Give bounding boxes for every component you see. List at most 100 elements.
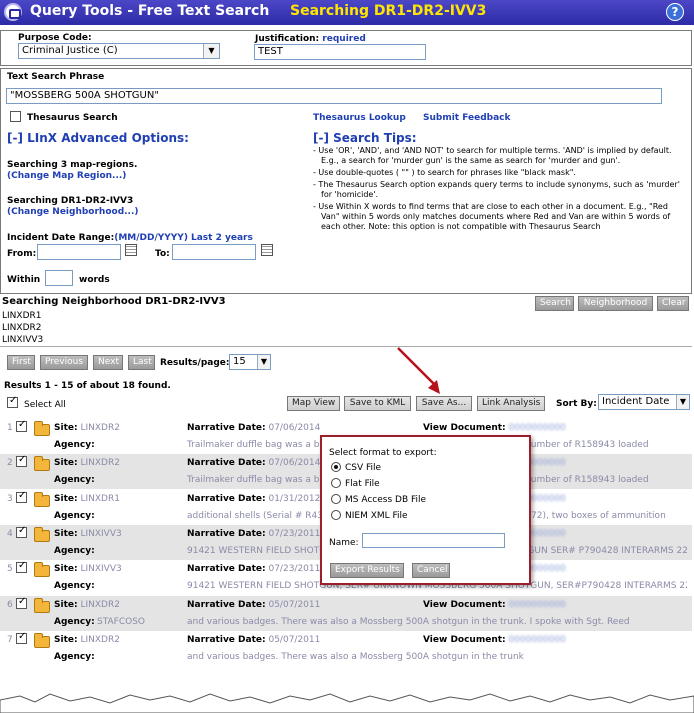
narrative-date-label: Narrative Date: 01/31/2012	[187, 494, 321, 504]
site-label: Site: LINXDR2	[54, 635, 120, 645]
row-checkbox[interactable]	[16, 631, 27, 644]
last-2-years-link[interactable]: Last 2 years	[191, 233, 253, 243]
from-date-input[interactable]	[37, 244, 121, 260]
site-value: LINXDR2	[80, 600, 120, 610]
narrative-date-label: Narrative Date: 07/23/2011	[187, 564, 321, 574]
within-words-input[interactable]	[45, 270, 73, 286]
search-phrase-input[interactable]: "MOSSBERG 500A SHOTGUN"	[6, 88, 662, 104]
purpose-code-value: Criminal Justice (C)	[22, 45, 118, 56]
change-map-region-link[interactable]: (Change Map Region...)	[7, 171, 126, 181]
export-option-label: Flat File	[345, 479, 380, 489]
clear-button[interactable]: Clear	[657, 296, 689, 311]
row-checkbox[interactable]	[16, 454, 27, 467]
link-analysis-button[interactable]: Link Analysis	[477, 396, 545, 411]
site-label: Site: LINXDR2	[54, 600, 120, 610]
from-label: From:	[7, 249, 37, 259]
results-per-page-select[interactable]: 15 ▼	[229, 354, 271, 370]
folder-icon[interactable]	[34, 456, 50, 471]
export-option-radio[interactable]	[331, 510, 341, 520]
export-dialog: Select format to export: CSV File Flat F…	[320, 435, 531, 585]
purpose-code-select[interactable]: Criminal Justice (C) ▼	[18, 43, 220, 59]
search-button[interactable]: Search	[535, 296, 574, 311]
export-option-radio[interactable]	[331, 494, 341, 504]
results-per-page-label: Results/page:	[160, 358, 230, 368]
site-value: LINXDR2	[80, 635, 120, 645]
annotation-arrow	[397, 347, 440, 394]
agency-label: Agency:	[54, 511, 95, 521]
last-page-button[interactable]: Last	[128, 355, 155, 370]
neighborhood-item: LINXDR2	[2, 323, 42, 333]
agency-value: STAFCOSO	[97, 617, 146, 627]
export-name-input[interactable]	[362, 533, 505, 548]
narrative-snippet: and various badges. There was also a Mos…	[187, 652, 524, 662]
site-label: Site: LINXIVV3	[54, 529, 122, 539]
narrative-date-value: 07/06/2014	[268, 458, 321, 468]
folder-icon[interactable]	[34, 527, 50, 542]
map-view-button[interactable]: Map View	[287, 396, 340, 411]
export-option-label: MS Access DB File	[345, 495, 427, 505]
folder-icon[interactable]	[34, 562, 50, 577]
agency-label: Agency:	[54, 546, 95, 556]
neighborhood-button[interactable]: Neighborhood	[578, 296, 653, 311]
search-tips-heading[interactable]: [-] Search Tips:	[313, 131, 417, 145]
thesaurus-lookup-link[interactable]: Thesaurus Lookup	[313, 113, 406, 123]
row-number: 3	[7, 494, 13, 504]
submit-feedback-link[interactable]: Submit Feedback	[423, 113, 511, 123]
site-label: Site: LINXDR2	[54, 458, 120, 468]
to-date-input[interactable]	[172, 244, 256, 260]
cancel-button[interactable]: Cancel	[412, 563, 450, 578]
first-page-button[interactable]: First	[7, 355, 35, 370]
purpose-code-label: Purpose Code:	[18, 33, 92, 43]
row-number: 6	[7, 600, 13, 610]
calendar-icon[interactable]	[125, 244, 137, 256]
folder-icon[interactable]	[34, 421, 50, 436]
folder-icon[interactable]	[34, 633, 50, 648]
calendar-icon[interactable]	[261, 244, 273, 256]
view-document-link[interactable]: 0000000000	[509, 635, 566, 645]
next-page-button[interactable]: Next	[93, 355, 123, 370]
row-number: 1	[7, 423, 13, 433]
agency-label: Agency:	[54, 440, 95, 450]
site-value: LINXIVV3	[80, 529, 122, 539]
folder-icon[interactable]	[34, 598, 50, 613]
neighborhood-heading: Searching Neighborhood DR1-DR2-IVV3	[2, 296, 226, 307]
view-document-link[interactable]: 0000000000	[509, 600, 566, 610]
chevron-down-icon: ▼	[676, 395, 689, 409]
export-results-button[interactable]: Export Results	[330, 563, 404, 578]
justification-required-link[interactable]: required	[322, 34, 365, 44]
row-checkbox[interactable]	[16, 596, 27, 609]
within-label: Within	[7, 275, 41, 285]
site-value: LINXDR2	[80, 458, 120, 468]
justification-input[interactable]: TEST	[254, 44, 426, 60]
chevron-down-icon: ▼	[257, 355, 270, 369]
row-checkbox[interactable]	[16, 525, 27, 538]
change-neighborhood-link[interactable]: (Change Neighborhood...)	[7, 207, 139, 217]
search-tips-list: - Use 'OR', 'AND', and 'AND NOT' to sear…	[313, 146, 685, 234]
thesaurus-search-checkbox[interactable]	[10, 111, 21, 122]
row-checkbox[interactable]	[16, 490, 27, 503]
help-icon[interactable]: ?	[666, 3, 684, 21]
export-option-radio[interactable]	[331, 478, 341, 488]
view-document-link[interactable]: 0000000000	[509, 423, 566, 433]
advanced-options-heading[interactable]: [-] LInX Advanced Options:	[7, 131, 189, 145]
search-tip: - The Thesaurus Search option expands qu…	[313, 180, 680, 199]
incident-date-range-label: Incident Date Range:(MM/DD/YYYY)	[7, 233, 188, 243]
select-all-label: Select All	[24, 400, 66, 410]
row-checkbox[interactable]	[16, 560, 27, 573]
row-number: 7	[7, 635, 13, 645]
narrative-date-value: 07/23/2011	[268, 564, 321, 574]
results-summary: Results 1 - 15 of about 18 found.	[4, 381, 171, 391]
folder-icon[interactable]	[34, 492, 50, 507]
export-option-radio[interactable]	[331, 462, 341, 472]
site-value: LINXDR2	[80, 423, 120, 433]
row-checkbox[interactable]	[16, 419, 27, 432]
window-subtitle: Searching DR1-DR2-IVV3	[290, 3, 487, 19]
export-option-label: NIEM XML File	[345, 511, 408, 521]
sort-by-select[interactable]: Incident Date ▼	[598, 394, 690, 410]
map-regions-text: Searching 3 map-regions.	[7, 160, 138, 170]
agency-label: Agency:	[54, 617, 95, 627]
select-all-checkbox[interactable]	[7, 395, 18, 408]
previous-page-button[interactable]: Previous	[40, 355, 88, 370]
table-row: 6 Site: LINXDR2 Narrative Date: 05/07/2011…	[0, 596, 692, 631]
neighborhood-item: LINXDR1	[2, 311, 42, 321]
